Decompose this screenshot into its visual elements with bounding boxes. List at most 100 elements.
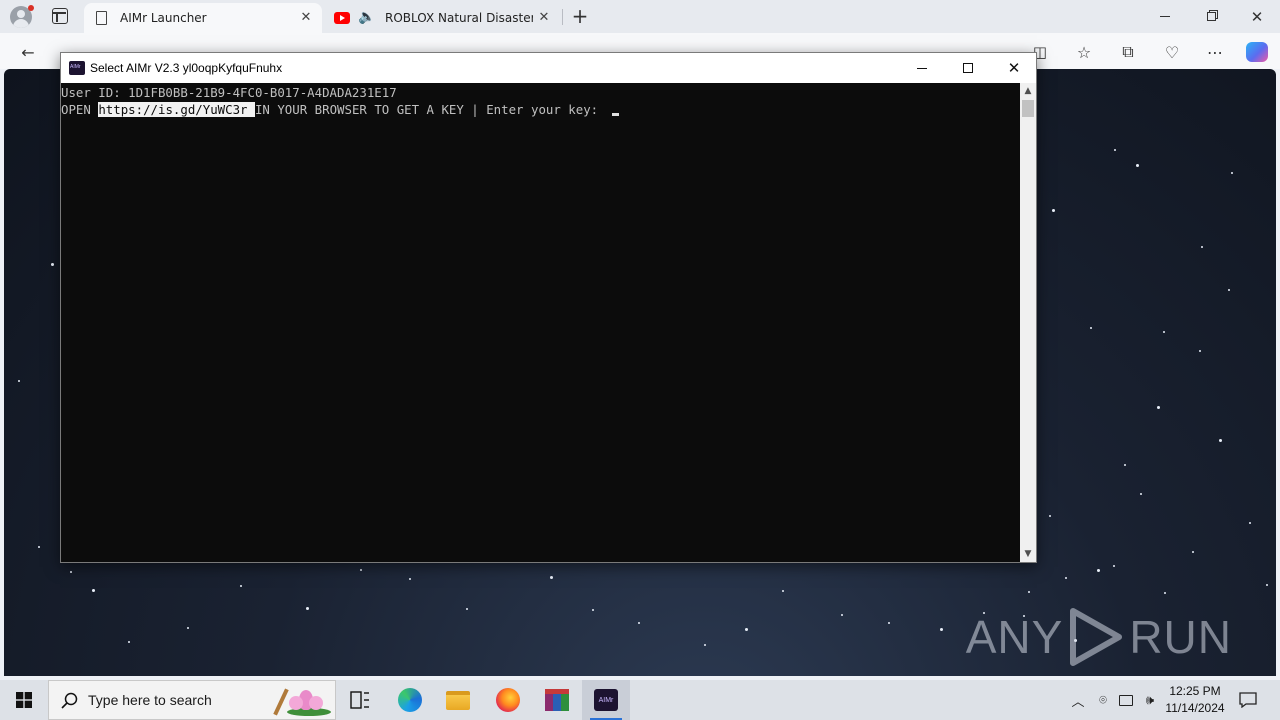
taskbar-firefox-button[interactable] [484, 680, 532, 720]
back-arrow-icon[interactable]: ← [17, 41, 39, 63]
star [92, 589, 95, 592]
star [1090, 327, 1092, 329]
browser-minimize-button[interactable] [1142, 0, 1188, 33]
prompt-prefix: OPEN [61, 101, 99, 117]
aimr-taskbar-label: AIMr [598, 696, 614, 704]
star [1199, 350, 1201, 352]
firefox-icon [496, 688, 520, 712]
console-scrollbar[interactable]: ▲ ▼ [1020, 83, 1036, 562]
scroll-thumb[interactable] [1022, 100, 1034, 117]
tab-actions-icon[interactable] [52, 8, 68, 24]
aimr-app-icon: AIMr [594, 689, 618, 711]
star [360, 569, 362, 571]
task-view-icon [350, 691, 369, 709]
star [1192, 551, 1194, 553]
star [18, 380, 20, 382]
taskbar-aimr-button[interactable]: AIMr [582, 680, 630, 720]
star [51, 263, 54, 266]
more-options-icon[interactable]: ⋯ [1204, 41, 1226, 63]
volume-icon[interactable]: 🕪 [1140, 690, 1160, 710]
star [1219, 439, 1222, 442]
star [550, 576, 553, 579]
search-placeholder: Type here to search [88, 692, 212, 708]
browser-close-button[interactable]: ✕ [1234, 0, 1280, 33]
task-view-button[interactable] [336, 680, 384, 720]
watermark-text-right: RUN [1129, 611, 1232, 663]
favorites-star-icon[interactable]: ☆ [1073, 41, 1095, 63]
star [187, 627, 189, 629]
tab-label: ROBLOX Natural Disaster Su [385, 11, 533, 25]
console-window[interactable]: AIMr Select AIMr V2.3 yl0oqpKyfquFnuhx ✕… [60, 52, 1037, 563]
tab-aimr-launcher[interactable]: AIMr Launcher ✕ [84, 3, 322, 33]
search-highlight-lotus-icon [273, 684, 333, 718]
tab-roblox[interactable]: 🔈 ROBLOX Natural Disaster Su ✕ [326, 3, 560, 33]
star [38, 546, 40, 548]
star [1164, 592, 1166, 594]
star [1114, 149, 1116, 151]
star [1231, 172, 1233, 174]
console-title-bar[interactable]: AIMr Select AIMr V2.3 yl0oqpKyfquFnuhx ✕ [61, 53, 1036, 83]
star [592, 609, 594, 611]
taskbar-explorer-button[interactable] [434, 680, 482, 720]
console-close-button[interactable]: ✕ [991, 53, 1037, 83]
star [638, 622, 640, 624]
console-line-user-id: User ID: 1D1FB0BB-21B9-4FC0-B017-A4DADA2… [61, 85, 397, 100]
collections-icon[interactable]: ⧉ [1117, 41, 1139, 63]
close-tab-icon[interactable]: ✕ [536, 10, 552, 26]
edge-icon [398, 688, 422, 712]
star [306, 607, 309, 610]
browser-essentials-icon[interactable]: ♡ [1161, 41, 1183, 63]
star [240, 585, 242, 587]
star [940, 628, 943, 631]
scroll-up-arrow-icon[interactable]: ▲ [1020, 83, 1036, 99]
tab-divider [562, 9, 563, 25]
star [782, 590, 784, 592]
show-hidden-icons-chevron-icon[interactable]: ︿ [1068, 690, 1088, 710]
star [1136, 164, 1139, 167]
star [1065, 577, 1067, 579]
text-cursor [611, 112, 619, 116]
star [1140, 493, 1142, 495]
console-minimize-button[interactable] [899, 53, 945, 83]
page-icon [96, 11, 107, 25]
star [70, 571, 72, 573]
star [1052, 209, 1055, 212]
notifications-icon[interactable] [1238, 690, 1258, 710]
star [704, 644, 706, 646]
speaker-icon[interactable]: 🔈 [358, 9, 375, 25]
star [128, 641, 130, 643]
key-url-selection[interactable]: https://is.gd/YuWC3r [98, 101, 255, 117]
youtube-icon [334, 12, 350, 24]
star [466, 608, 468, 610]
close-tab-icon[interactable]: ✕ [298, 10, 314, 26]
star [1097, 569, 1100, 572]
taskbar-edge-button[interactable] [386, 680, 434, 720]
tray-device-icon[interactable]: ⌾ [1093, 690, 1113, 710]
console-line-key-prompt: OPEN https://is.gd/YuWC3r IN YOUR BROWSE… [61, 101, 1020, 119]
clock-date: 11/14/2024 [1165, 701, 1225, 715]
scroll-down-arrow-icon[interactable]: ▼ [1020, 546, 1036, 562]
prompt-suffix: IN YOUR BROWSER TO GET A KEY | Enter you… [254, 101, 606, 117]
search-icon [61, 692, 78, 709]
play-logo-icon [1070, 608, 1123, 666]
star [1163, 331, 1165, 333]
taskbar-search-box[interactable]: Type here to search [48, 680, 336, 720]
winrar-icon [545, 689, 569, 711]
star [841, 614, 843, 616]
star [1249, 522, 1251, 524]
star [1201, 246, 1203, 248]
console-output[interactable]: User ID: 1D1FB0BB-21B9-4FC0-B017-A4DADA2… [61, 83, 1020, 562]
browser-restore-button[interactable] [1188, 0, 1234, 33]
network-icon[interactable] [1116, 690, 1136, 710]
folder-icon [446, 690, 470, 710]
console-maximize-button[interactable] [945, 53, 991, 83]
taskbar-winrar-button[interactable] [533, 680, 581, 720]
new-tab-icon[interactable]: + [570, 6, 590, 26]
taskbar-clock[interactable]: 12:25 PM 11/14/2024 [1160, 683, 1230, 717]
start-button[interactable] [0, 680, 48, 720]
console-title: Select AIMr V2.3 yl0oqpKyfquFnuhx [90, 61, 283, 75]
star [745, 628, 748, 631]
copilot-icon[interactable] [1246, 41, 1268, 63]
star [1266, 584, 1268, 586]
taskbar: Type here to search AIMr ︿ ⌾ 🕪 12:25 PM … [0, 680, 1280, 720]
